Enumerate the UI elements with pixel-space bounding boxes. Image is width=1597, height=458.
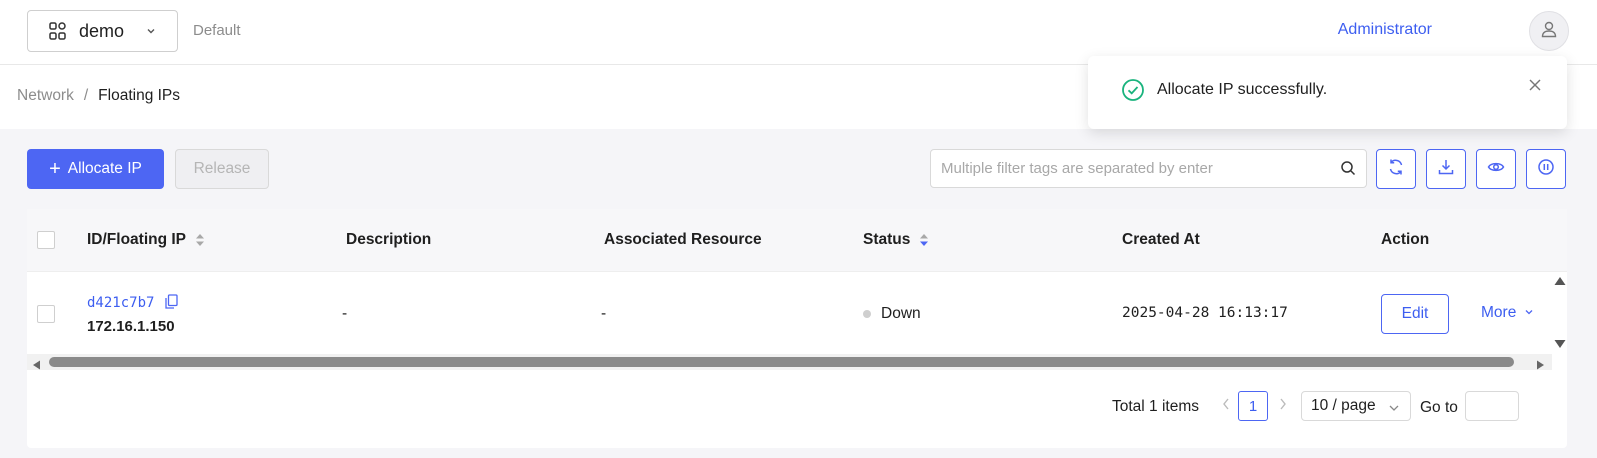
status-cell: Down — [863, 305, 921, 323]
page-number-current[interactable]: 1 — [1238, 391, 1268, 421]
column-label: ID/Floating IP — [87, 231, 187, 248]
search-icon[interactable] — [1340, 160, 1356, 176]
more-actions-dropdown[interactable]: More — [1481, 304, 1534, 322]
search-input[interactable] — [941, 150, 1331, 186]
sort-icon[interactable] — [195, 233, 205, 247]
pagination-total: Total 1 items — [1112, 398, 1200, 415]
table-row: d421c7b7 172.16.1.150 - - Down 2025-04-2… — [27, 272, 1552, 356]
breadcrumb-separator: / — [83, 87, 89, 104]
allocate-ip-button[interactable]: + Allocate IP — [27, 149, 164, 189]
success-notification: Allocate IP successfully. — [1088, 56, 1567, 129]
scrollbar-thumb[interactable] — [49, 357, 1514, 367]
column-label: Status — [863, 231, 911, 248]
edit-label: Edit — [1401, 305, 1429, 322]
breadcrumb-current: Floating IPs — [98, 87, 181, 104]
copy-icon[interactable] — [165, 294, 178, 314]
eye-icon — [1487, 158, 1505, 180]
id-cell: d421c7b7 172.16.1.150 — [87, 294, 178, 335]
more-label: More — [1481, 304, 1517, 321]
created-at-cell: 2025-04-28 16:13:17 — [1122, 305, 1288, 321]
table-header: ID/Floating IP Description Associated Re… — [27, 209, 1567, 272]
column-label: Created At — [1122, 231, 1200, 248]
apps-grid-icon — [48, 21, 68, 41]
sort-icon[interactable] — [919, 233, 929, 247]
horizontal-scrollbar[interactable] — [27, 354, 1552, 370]
column-created-at: Created At — [1122, 231, 1200, 249]
associated-resource-cell: - — [601, 305, 607, 322]
refresh-icon — [1387, 158, 1405, 180]
next-page-icon[interactable] — [1277, 396, 1289, 412]
column-label: Description — [346, 231, 432, 248]
column-description: Description — [346, 231, 431, 249]
user-icon — [1540, 20, 1558, 42]
page-size-value: 10 / page — [1311, 397, 1376, 414]
column-status[interactable]: Status — [863, 231, 929, 249]
download-button[interactable] — [1426, 149, 1466, 189]
plus-icon: + — [49, 158, 61, 180]
edit-button[interactable]: Edit — [1381, 294, 1449, 334]
release-label: Release — [193, 160, 251, 177]
goto-page-input[interactable] — [1465, 391, 1519, 421]
pause-icon — [1537, 158, 1555, 180]
column-id-floating-ip[interactable]: ID/Floating IP — [87, 231, 205, 249]
column-label: Action — [1381, 231, 1430, 248]
status-text: Down — [881, 305, 921, 322]
previous-page-icon[interactable] — [1220, 396, 1232, 412]
chevron-down-icon — [1388, 401, 1400, 413]
allocate-ip-label: Allocate IP — [67, 160, 142, 177]
domain-label: Default — [193, 22, 241, 39]
row-checkbox[interactable] — [37, 305, 55, 323]
page-size-select[interactable]: 10 / page — [1301, 391, 1411, 421]
select-all-checkbox[interactable] — [37, 231, 55, 249]
resource-id-link[interactable]: d421c7b7 — [87, 295, 154, 311]
user-avatar[interactable] — [1529, 11, 1569, 51]
close-icon[interactable] — [1528, 78, 1542, 92]
scroll-up-arrow[interactable] — [1553, 274, 1567, 286]
column-visibility-button[interactable] — [1476, 149, 1516, 189]
column-label: Associated Resource — [604, 231, 762, 248]
project-name: demo — [79, 20, 125, 41]
project-selector[interactable]: demo — [27, 10, 178, 52]
chevron-down-icon — [145, 24, 157, 36]
download-icon — [1437, 158, 1455, 180]
status-dot — [863, 309, 871, 318]
chevron-down-icon — [1524, 304, 1534, 322]
scroll-left-arrow[interactable] — [31, 357, 41, 370]
breadcrumb-network[interactable]: Network — [17, 87, 74, 105]
breadcrumb: Network / Floating IPs — [17, 87, 180, 105]
release-button[interactable]: Release — [175, 149, 269, 189]
user-name-link[interactable]: Administrator — [1338, 21, 1432, 39]
column-action: Action — [1381, 231, 1429, 249]
floating-ip-table: ID/Floating IP Description Associated Re… — [27, 209, 1567, 448]
notification-message: Allocate IP successfully. — [1157, 81, 1328, 98]
search-box — [930, 149, 1367, 188]
column-associated-resource: Associated Resource — [604, 231, 762, 249]
refresh-button[interactable] — [1376, 149, 1416, 189]
description-cell: - — [342, 305, 348, 322]
scroll-right-arrow[interactable] — [1536, 357, 1546, 370]
goto-label: Go to — [1420, 399, 1458, 416]
pause-refresh-button[interactable] — [1526, 149, 1566, 189]
scroll-down-arrow[interactable] — [1553, 337, 1567, 349]
check-circle-icon — [1121, 78, 1145, 102]
floating-ip-address: 172.16.1.150 — [87, 318, 175, 335]
